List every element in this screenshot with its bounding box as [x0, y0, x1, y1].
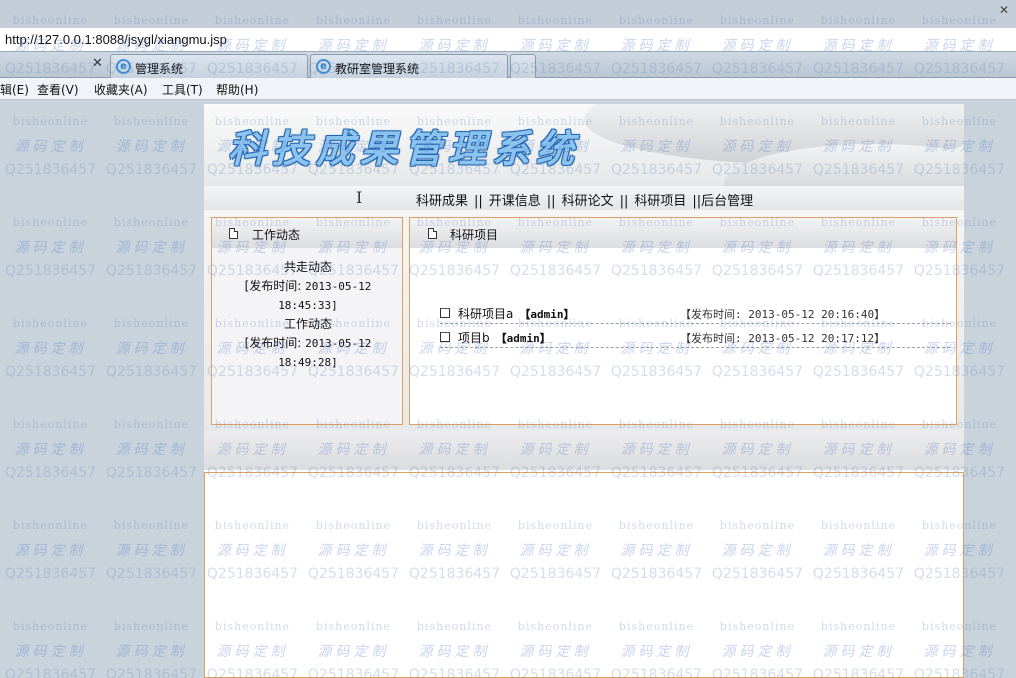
watermark-tile: bisheonline源码定制Q251836457 [0, 317, 101, 380]
watermark-tile: bisheonline源码定制Q251836457 [101, 418, 202, 481]
watermark-tile: bisheonline源码定制Q251836457 [101, 216, 202, 279]
document-icon [428, 228, 437, 239]
nav-research-results[interactable]: 科研成果 [416, 194, 468, 209]
main-nav: 科研成果||开课信息||科研论文||科研项目||后台管理 [204, 186, 964, 210]
menu-tools[interactable]: 工具(T) [162, 81, 203, 98]
panel-header: 工作动态 [212, 218, 402, 248]
tab-label: 管理系统 [135, 60, 183, 77]
watermark-tile: bisheonline源码定制Q251836457 [0, 115, 101, 178]
text-cursor-icon: I [356, 188, 362, 207]
nav-research-projects[interactable]: 科研项目 [634, 194, 686, 209]
research-projects-panel: 科研项目 科研项目a【admin】 【发布时间: 2013-05-12 20:1… [409, 217, 957, 425]
address-bar[interactable]: http://127.0.0.1:8088/jsygl/xiangmu.jsp [0, 28, 1016, 52]
tab-teaching-office-system[interactable]: e 教研室管理系统 [310, 54, 508, 78]
panel-header: 科研项目 [410, 218, 956, 248]
address-url[interactable]: http://127.0.0.1:8088/jsygl/xiangmu.jsp [5, 32, 227, 47]
site-title: 科技成果管理系统 [228, 118, 580, 173]
nav-course-info[interactable]: 开课信息 [489, 194, 541, 209]
panel-title: 工作动态 [252, 226, 300, 243]
menu-help[interactable]: 帮助(H) [216, 81, 258, 98]
checkbox[interactable] [440, 332, 450, 342]
tab-management-system[interactable]: e 管理系统 [110, 54, 308, 78]
lower-content-panel [204, 472, 964, 678]
news-item[interactable]: 共走动态 [发布时间: 2013-05-12 18:45:33] [212, 258, 404, 315]
menu-favorites[interactable]: 收藏夹(A) [94, 81, 148, 98]
document-icon [229, 228, 238, 239]
watermark-tile: bisheonline源码定制Q251836457 [0, 620, 101, 678]
panel-title: 科研项目 [450, 226, 498, 243]
list-item[interactable]: 项目b【admin】 【发布时间: 2013-05-12 20:17:12】 [440, 328, 950, 348]
watermark-tile: bisheonline源码定制Q251836457 [101, 115, 202, 178]
new-tab-button[interactable] [510, 54, 536, 78]
watermark-tile: bisheonline源码定制Q251836457 [101, 317, 202, 380]
watermark-tile: bisheonline源码定制Q251836457 [101, 620, 202, 678]
tab-bar: ✕ e 管理系统 e 教研室管理系统 [0, 52, 1016, 78]
watermark-tile: bisheonline源码定制Q251836457 [0, 418, 101, 481]
menu-bar: 辑(E) 查看(V) 收藏夹(A) 工具(T) 帮助(H) [0, 78, 1016, 100]
work-news-panel: 工作动态 共走动态 [发布时间: 2013-05-12 18:45:33] 工作… [211, 217, 403, 425]
ie-icon: e [116, 59, 131, 74]
tab-close-icon[interactable]: ✕ [92, 56, 106, 71]
watermark-tile: bisheonline源码定制Q251836457 [0, 216, 101, 279]
window-close-icon[interactable]: ✕ [996, 2, 1012, 18]
ie-icon: e [316, 59, 331, 74]
news-item[interactable]: 工作动态 [发布时间: 2013-05-12 18:49:28] [212, 315, 404, 372]
nav-research-papers[interactable]: 科研论文 [562, 194, 614, 209]
watermark-tile: bisheonline源码定制Q251836457 [101, 519, 202, 582]
list-item[interactable]: 科研项目a【admin】 【发布时间: 2013-05-12 20:16:40】 [440, 304, 950, 324]
tab-label: 教研室管理系统 [335, 60, 419, 77]
menu-view[interactable]: 查看(V) [37, 81, 79, 98]
web-page: 科技成果管理系统 科研成果||开课信息||科研论文||科研项目||后台管理 I … [204, 104, 964, 678]
menu-edit[interactable]: 辑(E) [0, 81, 29, 98]
banner: 科技成果管理系统 [204, 104, 964, 186]
window-top-strip: ✕ [0, 0, 1016, 28]
nav-admin[interactable]: 后台管理 [701, 194, 753, 209]
watermark-tile: bisheonline源码定制Q251836457 [0, 519, 101, 582]
checkbox[interactable] [440, 308, 450, 318]
